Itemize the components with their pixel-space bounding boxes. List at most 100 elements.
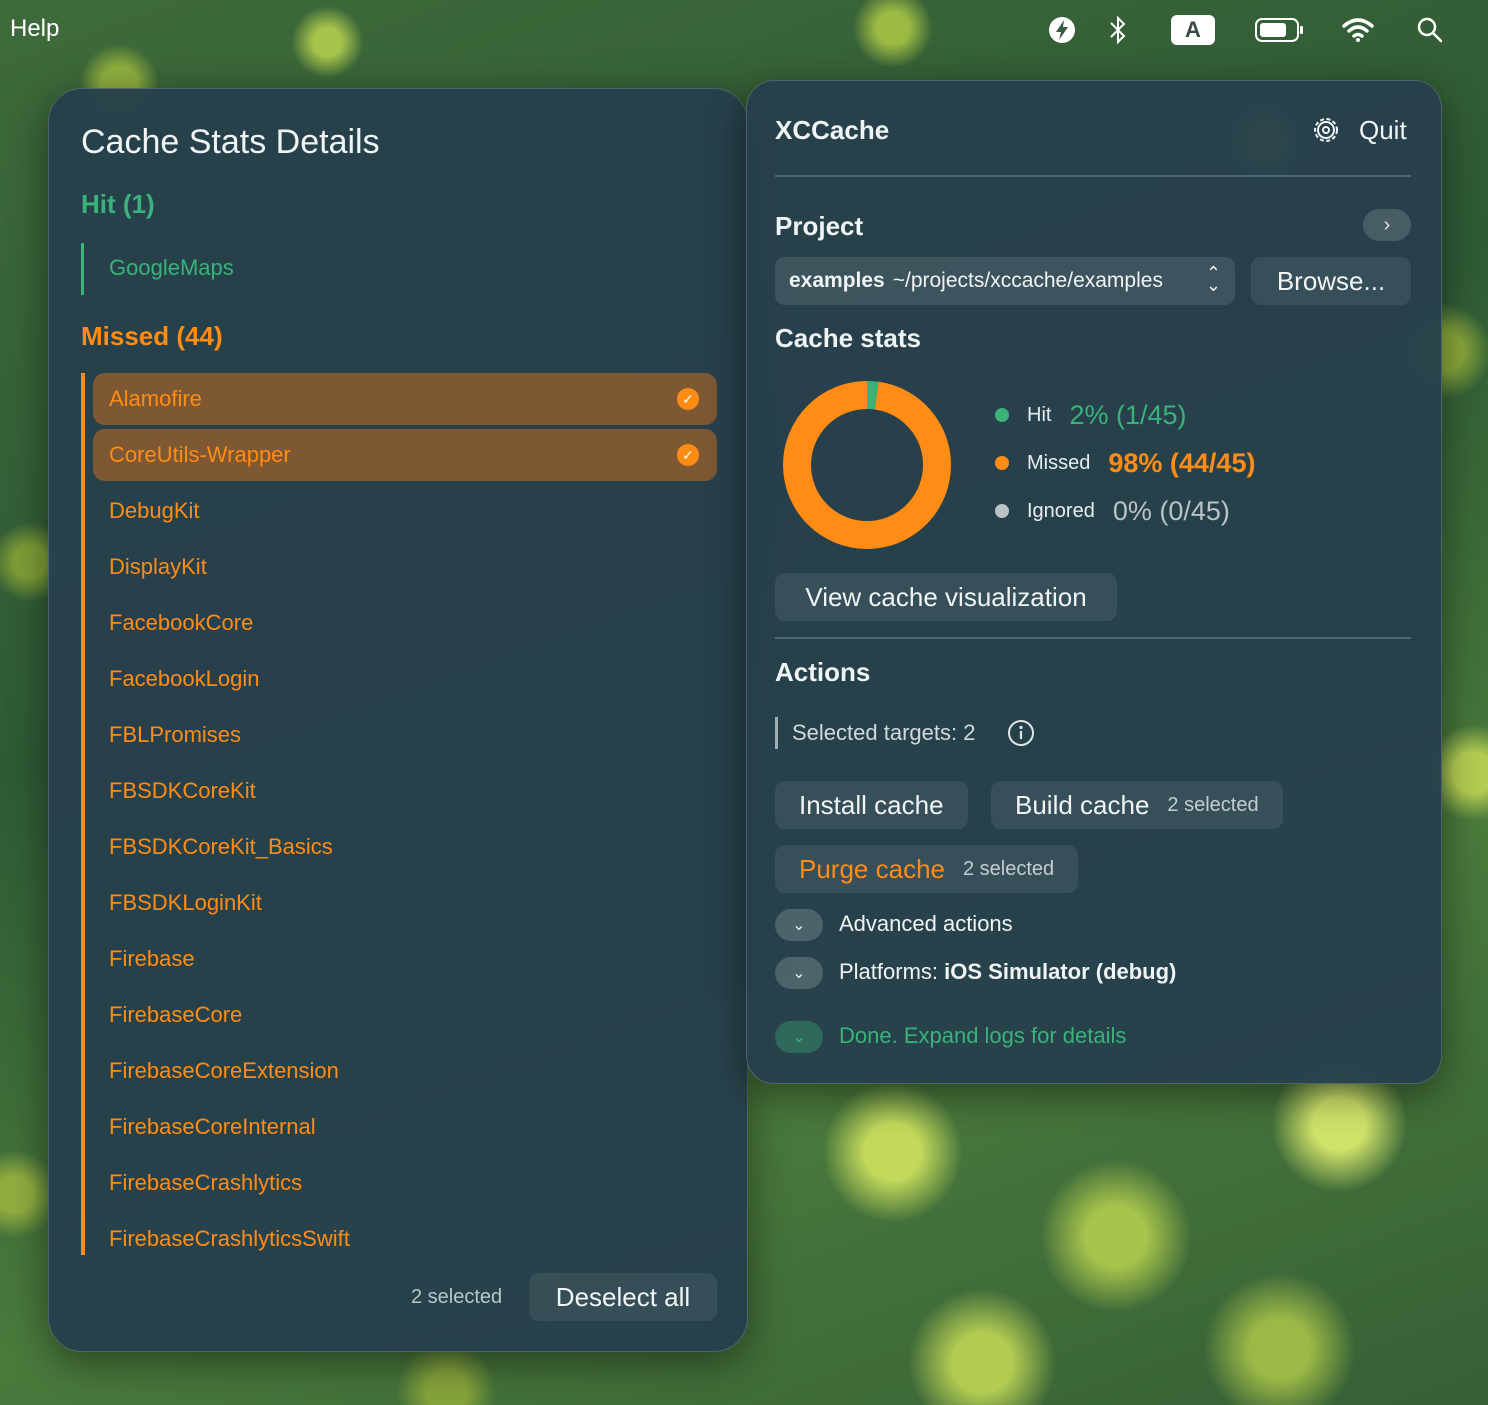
quit-button[interactable]: Quit [1359,115,1407,146]
input-source-letter: A [1171,15,1215,45]
hit-list-item[interactable]: GoogleMaps [109,255,234,281]
missed-list-item[interactable]: Firebase [93,933,717,985]
legend-hit-value: 2% (1/45) [1069,399,1187,430]
stats-divider [775,637,1411,639]
missed-list-item[interactable]: FBLPromises [93,709,717,761]
platforms-label[interactable]: Platforms: iOS Simulator (debug) [839,959,1176,985]
missed-item-label: CoreUtils-Wrapper [109,442,291,467]
advanced-actions-disclosure[interactable]: ⌄ [775,909,823,941]
missed-item-label: FBSDKCoreKit_Basics [109,834,333,859]
missed-list-item[interactable]: FBSDKCoreKit_Basics [93,821,717,873]
missed-dot-icon [995,456,1009,470]
view-cache-visualization-button[interactable]: View cache visualization [775,573,1117,621]
missed-list-item[interactable]: FirebaseCrashlyticsSwift [93,1213,717,1265]
xccache-panel: XCCache Quit Project › examples ~/projec… [746,80,1442,1084]
hit-dot-icon [995,408,1009,422]
missed-list-item[interactable]: CoreUtils-Wrapper ✓ [93,429,717,481]
info-icon[interactable] [1007,719,1035,747]
missed-list-item[interactable]: FBSDKLoginKit [93,877,717,929]
chevron-down-icon: ⌄ [792,917,806,934]
checkmark-icon: ✓ [677,444,699,466]
missed-list-item[interactable]: FBSDKCoreKit [93,765,717,817]
missed-list-item[interactable]: FirebaseCoreExtension [93,1045,717,1097]
platforms-disclosure[interactable]: ⌄ [775,957,823,989]
missed-item-label: FirebaseCore [109,1002,243,1027]
selected-count: 2 selected [411,1286,503,1308]
build-cache-selected-count: 2 selected [1167,793,1259,816]
missed-item-label: FacebookLogin [109,666,260,691]
missed-item-label: Firebase [109,946,195,971]
build-cache-button[interactable]: Build cache 2 selected [991,781,1283,829]
legend-missed-value: 98% (44/45) [1108,447,1256,478]
legend-row-ignored: Ignored 0% (0/45) [995,495,1230,527]
hit-section-header: Hit (1) [81,189,155,219]
project-section-title: Project [775,211,864,241]
checkmark-icon: ✓ [677,388,699,410]
logs-disclosure[interactable]: ⌄ [775,1021,823,1053]
donut-missed-arc [783,381,951,549]
install-cache-label: Install cache [799,789,944,820]
chevron-right-icon[interactable]: › [1363,209,1411,241]
up-down-chevron-icon: ⌃ ⌄ [1205,263,1221,295]
missed-section-bar [81,373,85,1255]
install-cache-button[interactable]: Install cache [775,781,968,829]
missed-list-item[interactable]: FacebookCore [93,597,717,649]
project-name: examples [789,269,885,292]
missed-item-label: DisplayKit [109,554,207,579]
missed-item-label: FBSDKLoginKit [109,890,262,915]
chevron-down-icon: ⌄ [792,965,806,982]
deselect-all-button[interactable]: Deselect all [529,1273,717,1321]
missed-item-label: FirebaseCrashlyticsSwift [109,1226,350,1251]
build-cache-label: Build cache [1015,789,1150,820]
done-status-label[interactable]: Done. Expand logs for details [839,1023,1126,1049]
missed-item-label: FBSDKCoreKit [109,778,256,803]
missed-list-item[interactable]: Alamofire ✓ [93,373,717,425]
platforms-prefix: Platforms: [839,959,939,984]
missed-list: Alamofire ✓ CoreUtils-Wrapper ✓ DebugKit… [93,373,717,1269]
header-divider [775,175,1411,177]
lightning-bolt-icon[interactable] [1046,14,1078,46]
hit-section-bar [81,243,84,295]
missed-section-header: Missed (44) [81,321,223,351]
app-title: XCCache [775,115,890,145]
missed-item-label: FacebookCore [109,610,254,635]
missed-list-item[interactable]: DisplayKit [93,541,717,593]
browse-button[interactable]: Browse... [1251,257,1411,305]
menu-bar: Help A [0,0,1488,60]
purge-cache-button[interactable]: Purge cache 2 selected [775,845,1079,893]
actions-section-title: Actions [775,657,871,687]
missed-list-item[interactable]: FirebaseCoreInternal [93,1101,717,1153]
missed-list-item[interactable]: FirebaseCore [93,989,717,1041]
advanced-actions-label[interactable]: Advanced actions [839,911,1013,937]
details-title: Cache Stats Details [81,123,380,161]
missed-item-label: FBLPromises [109,722,242,747]
platforms-value: iOS Simulator (debug) [944,959,1177,984]
battery-icon[interactable] [1254,14,1306,46]
legend-hit-label: Hit [1027,403,1052,426]
missed-list-item[interactable]: DebugKit [93,485,717,537]
purge-cache-label: Purge cache [799,853,945,884]
ignored-dot-icon [995,504,1009,518]
project-selector[interactable]: examples ~/projects/xccache/examples ⌃ ⌄ [775,257,1235,305]
cache-stats-section-title: Cache stats [775,323,921,353]
legend-ignored-value: 0% (0/45) [1112,495,1230,526]
missed-list-item[interactable]: FacebookLogin [93,653,717,705]
missed-item-label: Alamofire [109,386,202,411]
legend-row-hit: Hit 2% (1/45) [995,399,1187,431]
menu-help[interactable]: Help [10,15,59,43]
gear-icon[interactable] [1311,115,1341,145]
cache-stats-details-panel: Cache Stats Details Hit (1) GoogleMaps M… [48,88,748,1352]
bluetooth-icon[interactable] [1102,14,1134,46]
legend-missed-label: Missed [1027,451,1091,474]
search-icon[interactable] [1414,14,1446,46]
project-path: ~/projects/xccache/examples [892,269,1163,292]
selected-targets-label: Selected targets: 2 [775,717,975,749]
keyboard-input-icon[interactable]: A [1170,14,1216,46]
legend-ignored-label: Ignored [1027,499,1095,522]
missed-item-label: FirebaseCoreInternal [109,1114,316,1139]
missed-list-item[interactable]: FirebaseCrashlytics [93,1157,717,1209]
missed-item-label: DebugKit [109,498,200,523]
purge-cache-selected-count: 2 selected [962,857,1055,880]
chevron-down-icon: ⌄ [792,1029,806,1046]
wifi-icon[interactable] [1342,14,1374,46]
